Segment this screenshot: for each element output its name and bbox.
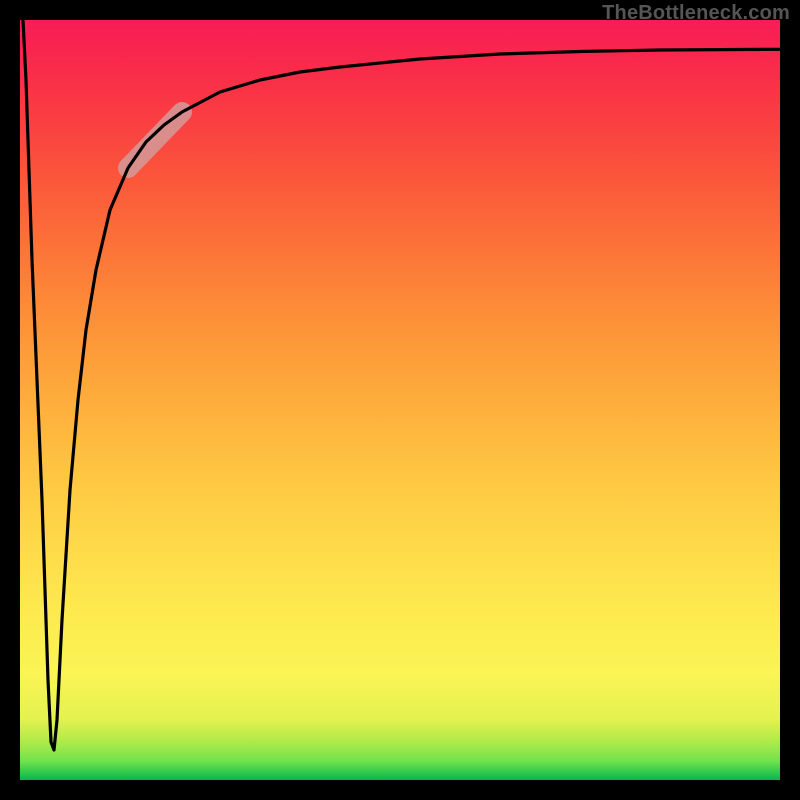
chart-frame: TheBottleneck.com [0, 0, 800, 800]
curve-highlight-segment [128, 112, 182, 168]
bottleneck-curve-line [23, 20, 780, 750]
curve-svg [20, 20, 780, 780]
plot-area [20, 20, 780, 780]
